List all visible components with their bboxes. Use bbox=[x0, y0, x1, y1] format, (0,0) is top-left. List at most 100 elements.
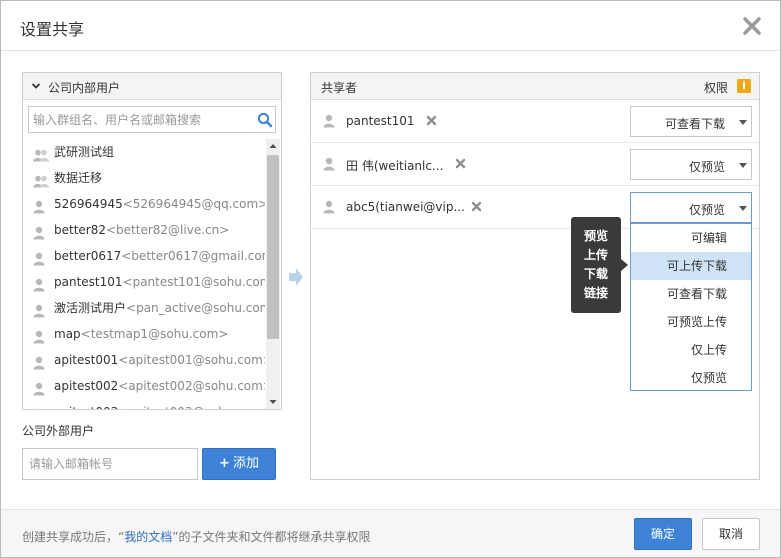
tooltip-arrow bbox=[621, 259, 628, 271]
user-list-item[interactable]: apitest002<apitest002@sohu.com> bbox=[23, 373, 265, 399]
permission-tooltip: 预览 上传 下载 链接 bbox=[571, 217, 621, 313]
scroll-up-icon[interactable] bbox=[266, 139, 280, 153]
confirm-button[interactable]: 确定 bbox=[634, 518, 692, 550]
user-email: <better0617@gmail.com> bbox=[121, 249, 265, 263]
user-list-item[interactable]: apitest003<apitest003@sohu.com> bbox=[23, 399, 265, 409]
permission-option[interactable]: 可查看下载 bbox=[631, 280, 751, 308]
user-icon bbox=[33, 249, 45, 269]
user-email: <better82@live.cn> bbox=[106, 223, 230, 237]
user-list-item[interactable]: 数据迁移 bbox=[23, 165, 265, 191]
user-icon bbox=[323, 114, 335, 128]
permission-option[interactable]: 可预览上传 bbox=[631, 308, 751, 336]
share-row: pantest101 可查看下载 bbox=[311, 101, 759, 143]
close-button[interactable] bbox=[741, 15, 763, 37]
user-icon bbox=[33, 353, 45, 373]
email-input-box bbox=[22, 448, 198, 480]
permission-select[interactable]: 仅预览 bbox=[630, 149, 752, 180]
permission-option[interactable]: 可上传下载 bbox=[631, 252, 751, 280]
user-list-item[interactable]: better0617<better0617@gmail.com> bbox=[23, 243, 265, 269]
footer-note-text: ”的子文件夹和文件都将继承共享权限 bbox=[172, 530, 371, 544]
user-email: <apitest001@sohu.com> bbox=[118, 353, 265, 367]
dialog-title: 设置共享 bbox=[20, 20, 85, 39]
user-search-input[interactable] bbox=[29, 107, 251, 132]
user-name: 526964945 bbox=[54, 197, 123, 211]
user-email: <pan_active@sohu.com> bbox=[126, 301, 265, 315]
sharers-label: 共享者 bbox=[321, 81, 358, 95]
scroll-thumb[interactable] bbox=[267, 155, 279, 339]
user-list-scrollbar[interactable] bbox=[266, 139, 280, 409]
sharer-name: abc5(tianwei@vip... bbox=[346, 200, 465, 214]
group-icon bbox=[33, 145, 49, 165]
permission-option[interactable]: 仅预览 bbox=[631, 364, 751, 392]
remove-icon[interactable] bbox=[455, 158, 466, 169]
sharer-name: 田 伟(weitianlc... bbox=[346, 159, 444, 173]
chevron-down-icon bbox=[31, 83, 41, 89]
user-list-item[interactable]: better82<better82@live.cn> bbox=[23, 217, 265, 243]
user-icon bbox=[33, 197, 45, 217]
user-name: map bbox=[54, 327, 81, 341]
user-name: 武研测试组 bbox=[54, 145, 115, 159]
group-icon bbox=[33, 171, 49, 191]
cancel-button[interactable]: 取消 bbox=[702, 518, 760, 550]
footer-note-text: 创建共享成功后，“ bbox=[22, 530, 125, 544]
user-list-item[interactable]: pantest101<pantest101@sohu.com> bbox=[23, 269, 265, 295]
permission-value: 可查看下载 bbox=[664, 117, 725, 131]
user-list-item[interactable]: map<testmap1@sohu.com> bbox=[23, 321, 265, 347]
user-email: <testmap1@sohu.com> bbox=[80, 327, 229, 341]
user-icon bbox=[33, 405, 45, 409]
user-name: apitest001 bbox=[54, 353, 119, 367]
sharers-header: 共享者 权限 i bbox=[311, 73, 759, 100]
dialog-footer: 创建共享成功后，“我的文档”的子文件夹和文件都将继承共享权限 确定 取消 bbox=[1, 509, 780, 557]
user-name: 数据迁移 bbox=[54, 171, 103, 185]
permission-option[interactable]: 可编辑 bbox=[631, 224, 751, 252]
info-icon[interactable]: i bbox=[737, 79, 751, 93]
footer-note: 创建共享成功后，“我的文档”的子文件夹和文件都将继承共享权限 bbox=[22, 528, 370, 545]
user-name: apitest003 bbox=[54, 405, 118, 409]
user-list-item[interactable]: 526964945<526964945@qq.com> bbox=[23, 191, 265, 217]
user-email: <526964945@qq.com> bbox=[122, 197, 265, 211]
caret-down-icon bbox=[739, 163, 747, 168]
tooltip-line: 链接 bbox=[583, 286, 608, 300]
remove-icon[interactable] bbox=[471, 201, 482, 212]
user-email: <apitest002@sohu.com> bbox=[118, 379, 265, 393]
search-box bbox=[28, 106, 276, 133]
user-icon bbox=[323, 157, 335, 171]
permission-label: 权限 bbox=[704, 81, 729, 95]
permission-select[interactable]: 仅预览 bbox=[630, 192, 752, 223]
add-button-label: 添加 bbox=[232, 456, 259, 471]
user-name: apitest002 bbox=[54, 379, 119, 393]
user-icon bbox=[323, 200, 335, 214]
internal-users-panel: 公司内部用户 武研测试组数据迁移 526964945<526964945@qq.c… bbox=[22, 72, 282, 410]
external-users-label: 公司外部用户 bbox=[22, 424, 95, 438]
user-icon bbox=[33, 301, 45, 321]
tooltip-line: 预览 bbox=[583, 229, 608, 243]
user-list-item[interactable]: 激活测试用户<pan_active@sohu.com> bbox=[23, 295, 265, 321]
caret-down-icon bbox=[739, 206, 747, 211]
user-list: 武研测试组 数据迁移 526964945<526964945@qq.com> bett… bbox=[23, 139, 265, 409]
search-icon[interactable] bbox=[257, 112, 273, 128]
user-name: better0617 bbox=[54, 249, 122, 263]
close-icon bbox=[743, 17, 761, 35]
caret-down-icon bbox=[739, 120, 747, 125]
remove-icon[interactable] bbox=[426, 115, 437, 126]
user-name: better82 bbox=[54, 223, 106, 237]
sharer-name: pantest101 bbox=[346, 114, 415, 128]
my-documents-link[interactable]: 我的文档 bbox=[124, 530, 172, 544]
permission-select[interactable]: 可查看下载 bbox=[630, 106, 752, 137]
add-button[interactable]: + 添加 bbox=[202, 448, 276, 480]
dialog-header: 设置共享 bbox=[1, 1, 780, 51]
user-list-item[interactable]: apitest001<apitest001@sohu.com> bbox=[23, 347, 265, 373]
user-list-item[interactable]: 武研测试组 bbox=[23, 139, 265, 165]
permission-value: 仅预览 bbox=[688, 160, 725, 174]
permission-option[interactable]: 仅上传 bbox=[631, 336, 751, 364]
permission-dropdown-menu: 可编辑 可上传下载 可查看下载 可预览上传 仅上传 仅预览 bbox=[630, 223, 752, 391]
internal-users-label: 公司内部用户 bbox=[48, 81, 121, 95]
internal-users-header[interactable]: 公司内部用户 bbox=[23, 73, 281, 100]
user-email: <apitest003@sohu.com> bbox=[118, 405, 265, 409]
user-name: 激活测试用户 bbox=[54, 301, 127, 315]
user-icon bbox=[33, 223, 45, 243]
user-icon bbox=[33, 379, 45, 399]
external-email-input[interactable] bbox=[23, 449, 197, 479]
scroll-down-icon[interactable] bbox=[266, 395, 280, 409]
user-email: <pantest101@sohu.com> bbox=[122, 275, 265, 289]
